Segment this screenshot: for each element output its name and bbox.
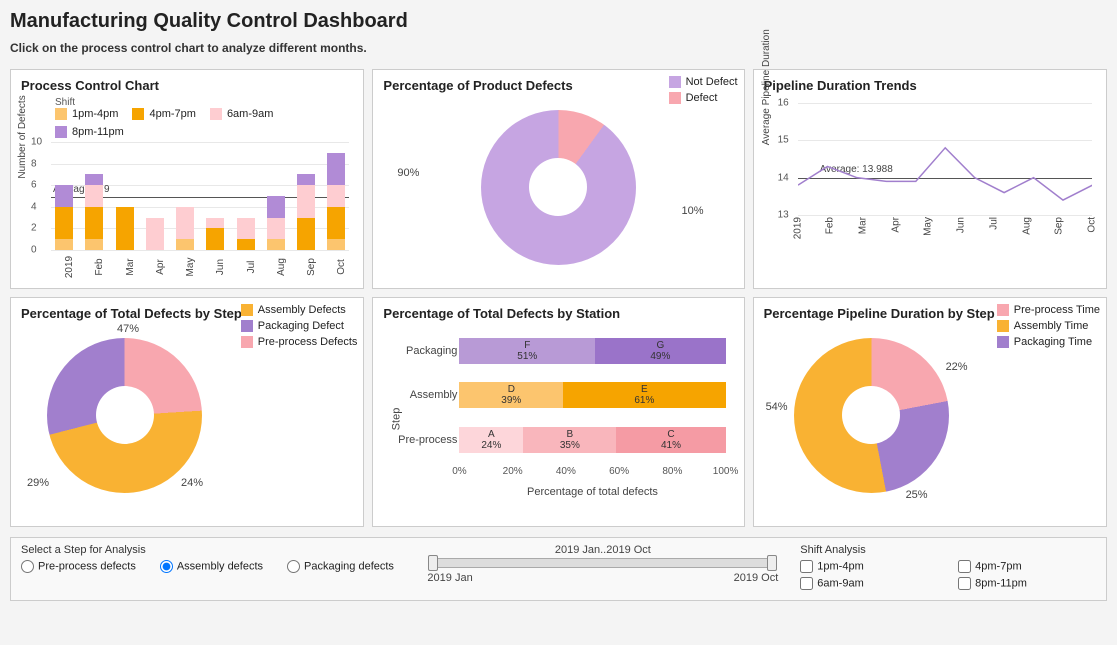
swatch-icon bbox=[132, 108, 144, 120]
slider-max-label: 2019 Oct bbox=[734, 572, 779, 584]
control-label: Select a Step for Analysis bbox=[21, 544, 405, 556]
swatch-icon bbox=[210, 108, 222, 120]
slice-label: 29% bbox=[27, 477, 49, 489]
slice-label: 25% bbox=[906, 489, 928, 501]
checkbox-6am-9am[interactable]: 6am-9am bbox=[800, 577, 938, 590]
panel-pipeline-by-step: Percentage Pipeline Duration by Step Pre… bbox=[753, 297, 1107, 527]
slider-handle-right[interactable] bbox=[767, 555, 777, 571]
swatch-icon bbox=[55, 108, 67, 120]
checkbox-4pm-7pm[interactable]: 4pm-7pm bbox=[958, 560, 1096, 573]
radio-packaging[interactable]: Packaging defects bbox=[287, 560, 394, 573]
swatch-icon bbox=[669, 76, 681, 88]
swatch-icon bbox=[241, 304, 253, 316]
checkbox-input[interactable] bbox=[800, 577, 813, 590]
swatch-icon bbox=[55, 126, 67, 138]
controls-bar: Select a Step for Analysis Pre-process d… bbox=[10, 537, 1107, 601]
slice-label: 54% bbox=[766, 401, 788, 413]
checkbox-input[interactable] bbox=[800, 560, 813, 573]
chart-title: Percentage of Total Defects by Station bbox=[383, 306, 733, 321]
donut-chart bbox=[481, 110, 636, 265]
checkbox-input[interactable] bbox=[958, 577, 971, 590]
date-range-slider[interactable]: 2019 Jan..2019 Oct 2019 Jan 2019 Oct bbox=[425, 544, 780, 584]
radio-input[interactable] bbox=[21, 560, 34, 573]
donut-chart bbox=[794, 338, 949, 493]
shift-selector: Shift Analysis 1pm-4pm 4pm-7pm 6am-9am 8… bbox=[800, 544, 1096, 590]
radio-input[interactable] bbox=[287, 560, 300, 573]
checkbox-input[interactable] bbox=[958, 560, 971, 573]
chart-title: Process Control Chart bbox=[21, 78, 353, 93]
control-label: Shift Analysis bbox=[800, 544, 1096, 556]
slider-min-label: 2019 Jan bbox=[427, 572, 472, 584]
slice-label: 22% bbox=[946, 361, 968, 373]
line-chart: Average Pipeline Duration 13141516Averag… bbox=[764, 97, 1096, 247]
panel-defects-by-step: Percentage of Total Defects by Step Asse… bbox=[10, 297, 364, 527]
checkbox-1pm-4pm[interactable]: 1pm-4pm bbox=[800, 560, 938, 573]
page-subtitle: Click on the process control chart to an… bbox=[10, 41, 1107, 55]
chart-title: Pipeline Duration Trends bbox=[764, 78, 1096, 93]
radio-input[interactable] bbox=[160, 560, 173, 573]
radio-assembly[interactable]: Assembly defects bbox=[160, 560, 263, 573]
bar-chart[interactable]: Number of Defects 0246810Average: 4.9201… bbox=[21, 142, 353, 282]
slider-title: 2019 Jan..2019 Oct bbox=[425, 544, 780, 556]
panel-defects-by-station: Percentage of Total Defects by Station S… bbox=[372, 297, 744, 527]
page-title: Manufacturing Quality Control Dashboard bbox=[10, 10, 1107, 33]
swatch-icon bbox=[997, 304, 1009, 316]
slice-label: 47% bbox=[117, 323, 139, 335]
legend-label: Shift bbox=[55, 97, 353, 108]
panel-product-defects: Percentage of Product Defects Not Defect… bbox=[372, 69, 744, 289]
legend: 1pm-4pm 4pm-7pm 6am-9am 8pm-11pm bbox=[55, 108, 353, 138]
step-selector: Select a Step for Analysis Pre-process d… bbox=[21, 544, 405, 573]
slice-label: 90% bbox=[397, 167, 419, 179]
slice-label: 24% bbox=[181, 477, 203, 489]
slice-label: 10% bbox=[682, 205, 704, 217]
x-axis-label: Percentage of total defects bbox=[459, 486, 725, 498]
checkbox-8pm-11pm[interactable]: 8pm-11pm bbox=[958, 577, 1096, 590]
panel-process-control[interactable]: Process Control Chart Shift 1pm-4pm 4pm-… bbox=[10, 69, 364, 289]
y-axis-label: Step bbox=[391, 407, 403, 430]
panel-pipeline-trends: Pipeline Duration Trends Average Pipelin… bbox=[753, 69, 1107, 289]
radio-preprocess[interactable]: Pre-process defects bbox=[21, 560, 136, 573]
slider-handle-left[interactable] bbox=[428, 555, 438, 571]
y-axis-label: Average Pipeline Duration bbox=[761, 29, 772, 145]
y-axis-label: Number of Defects bbox=[17, 95, 28, 178]
donut-chart bbox=[47, 338, 202, 493]
slider-track[interactable] bbox=[431, 558, 774, 568]
